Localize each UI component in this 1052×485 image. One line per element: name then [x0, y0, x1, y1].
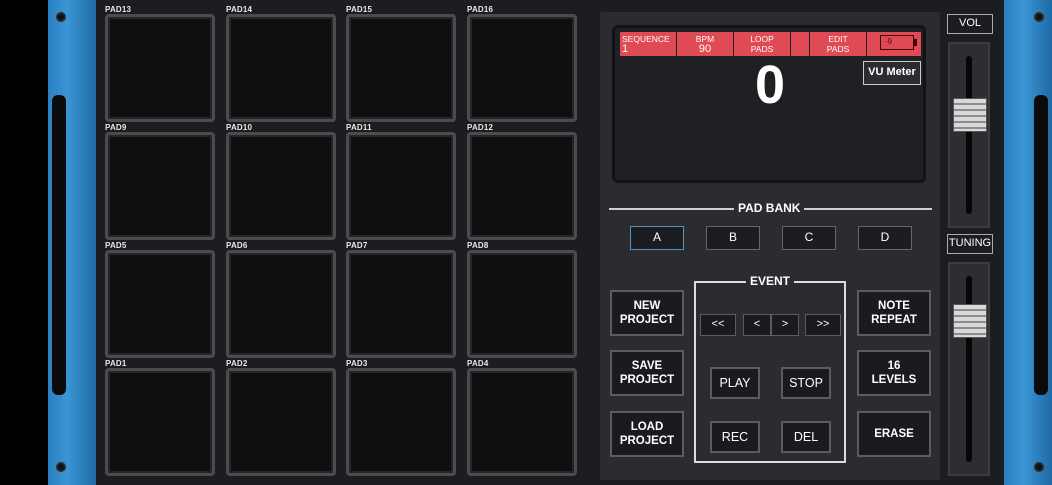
drum-pad[interactable]: [105, 14, 215, 122]
battery-value: -9: [885, 37, 893, 46]
bpm-tab[interactable]: BPM 90: [677, 32, 733, 56]
rack-handle-right: [1034, 95, 1048, 395]
rack-handle-left: [52, 95, 66, 395]
pad-label: PAD12: [467, 123, 494, 132]
pad-label: PAD6: [226, 241, 248, 250]
drum-pad[interactable]: [346, 368, 456, 476]
fast-forward-button[interactable]: >>: [805, 314, 841, 336]
battery-nub: [914, 39, 917, 46]
save-project-button[interactable]: SAVE PROJECT: [610, 350, 684, 396]
note-repeat-button[interactable]: NOTE REPEAT: [857, 290, 931, 336]
bank-c-button[interactable]: C: [782, 226, 836, 250]
rack-ear-left: [48, 0, 96, 485]
loop-pads-tab[interactable]: LOOP PADS: [734, 32, 790, 56]
pad-label: PAD8: [467, 241, 489, 250]
edit-tab-label: EDIT: [828, 34, 848, 44]
screw-icon: [1034, 12, 1044, 22]
bank-a-button[interactable]: A: [630, 226, 684, 250]
volume-label: VOL: [947, 14, 993, 34]
rack-ear-right: [1004, 0, 1052, 485]
pad-label: PAD15: [346, 5, 373, 14]
pad-label: PAD9: [105, 123, 127, 132]
drum-pad[interactable]: [467, 14, 577, 122]
sequence-display-number: 0: [754, 55, 786, 115]
pad-label: PAD2: [226, 359, 248, 368]
rewind-button[interactable]: <<: [700, 314, 736, 336]
record-button[interactable]: REC: [710, 421, 760, 453]
drum-pad[interactable]: [226, 368, 336, 476]
vu-meter-button[interactable]: VU Meter: [863, 61, 921, 85]
tuning-fader[interactable]: [948, 262, 990, 476]
drum-pad[interactable]: [105, 132, 215, 240]
next-step-button[interactable]: >: [771, 314, 799, 336]
pad-label: PAD11: [346, 123, 372, 132]
drum-pad[interactable]: [467, 132, 577, 240]
drum-pad[interactable]: [346, 14, 456, 122]
bank-b-button[interactable]: B: [706, 226, 760, 250]
sequence-tab[interactable]: SEQUENCE 1: [620, 32, 676, 56]
tuning-label: TUNING: [947, 234, 993, 254]
event-title: EVENT: [746, 274, 795, 288]
sequence-tab-label: SEQUENCE: [622, 34, 670, 44]
drum-pad[interactable]: [226, 250, 336, 358]
volume-fader-knob[interactable]: [953, 98, 987, 133]
drum-pad[interactable]: [226, 132, 336, 240]
drum-pad[interactable]: [467, 250, 577, 358]
pad-bank-title: PAD BANK: [734, 201, 805, 215]
pad-label: PAD13: [105, 5, 132, 14]
drum-pad[interactable]: [346, 132, 456, 240]
screw-icon: [1034, 462, 1044, 472]
play-button[interactable]: PLAY: [710, 367, 760, 399]
drum-pad[interactable]: [105, 250, 215, 358]
bpm-value: 90: [698, 43, 712, 55]
pad-label: PAD3: [346, 359, 368, 368]
pad-label: PAD1: [105, 359, 127, 368]
bank-d-button[interactable]: D: [858, 226, 912, 250]
loop-tab-value: PADS: [750, 44, 774, 54]
stop-button[interactable]: STOP: [781, 367, 831, 399]
drum-pad[interactable]: [226, 14, 336, 122]
volume-fader-slot: [966, 56, 972, 214]
pad-label: PAD4: [467, 359, 489, 368]
screen-tab-spacer: [791, 32, 809, 56]
pad-label: PAD14: [226, 5, 253, 14]
volume-fader[interactable]: [948, 42, 990, 228]
prev-step-button[interactable]: <: [743, 314, 771, 336]
drum-pad[interactable]: [105, 368, 215, 476]
pad-label: PAD10: [226, 123, 253, 132]
load-project-button[interactable]: LOAD PROJECT: [610, 411, 684, 457]
new-project-button[interactable]: NEW PROJECT: [610, 290, 684, 336]
drum-pad[interactable]: [467, 368, 577, 476]
screw-icon: [56, 462, 66, 472]
edit-tab-value: PADS: [826, 44, 850, 54]
pad-label: PAD16: [467, 5, 494, 14]
sequence-value: 1: [622, 43, 629, 55]
delete-button[interactable]: DEL: [781, 421, 831, 453]
erase-button[interactable]: ERASE: [857, 411, 931, 457]
battery-icon: -9: [880, 35, 917, 50]
drum-pad[interactable]: [346, 250, 456, 358]
tuning-fader-knob[interactable]: [953, 304, 987, 338]
edit-pads-tab[interactable]: EDIT PADS: [810, 32, 866, 56]
loop-tab-label: LOOP: [750, 34, 774, 44]
16-levels-button[interactable]: 16 LEVELS: [857, 350, 931, 396]
screw-icon: [56, 12, 66, 22]
pad-label: PAD5: [105, 241, 127, 250]
pad-label: PAD7: [346, 241, 368, 250]
